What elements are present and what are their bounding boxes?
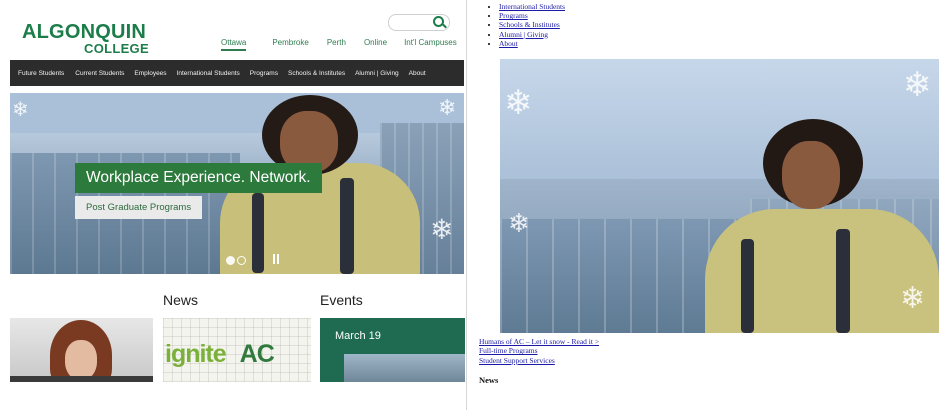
fallback-link-humans-of-ac[interactable]: Humans of AC – Let it snow - Read it > [479,337,599,346]
nav-item-alumni-giving[interactable]: Alumni | Giving [355,70,399,77]
fallback-link-programs[interactable]: Programs [499,11,528,20]
fallback-link-alumni[interactable]: Alumni | Giving [499,30,548,39]
unstyled-page-panel: International Students Programs Schools … [467,0,943,410]
event-photo [344,354,465,382]
nav-item-about[interactable]: About [409,70,426,77]
fallback-news-heading: News [479,375,499,385]
hero-carousel[interactable]: ❄ ❄ ❄ Workplace Experience. Network. Pos… [10,93,464,274]
snowflake-icon: ❄ [903,67,932,104]
nav-item-international-students[interactable]: International Students [177,70,240,77]
hero-backpack-strap [340,178,354,274]
fallback-nav-list: International Students Programs Schools … [479,2,565,48]
list-item: Alumni | Giving [499,30,565,39]
fallback-link-list: Humans of AC – Let it snow - Read it > F… [479,337,599,365]
search-icon[interactable] [433,16,444,27]
fallback-link-schools[interactable]: Schools & Institutes [499,20,560,29]
hero-headline: Workplace Experience. Network. [75,163,322,193]
fallback-hero-strap-left [741,239,754,333]
campus-tab-ottawa[interactable]: Ottawa [221,38,247,51]
card-face [65,340,97,380]
snowflake-icon: ❄ [900,282,926,315]
nav-item-future-students[interactable]: Future Students [18,70,64,77]
list-item: International Students [499,2,565,11]
main-nav-bar: Future Students Current Students Employe… [10,60,464,86]
list-item: Programs [499,11,565,20]
search-input[interactable] [388,14,450,31]
fallback-link-student-support[interactable]: Student Support Services [479,356,555,365]
news-card[interactable]: ignite AC [163,318,311,382]
hero-cta-button[interactable]: Post Graduate Programs [75,196,203,219]
snowflake-icon: ❄ [504,85,533,122]
snowflake-icon: ❄ [430,214,454,245]
nav-item-employees[interactable]: Employees [134,70,166,77]
fallback-link-international-students[interactable]: International Students [499,2,565,11]
nav-item-schools-institutes[interactable]: Schools & Institutes [288,70,345,77]
nav-item-programs[interactable]: Programs [250,70,278,77]
snowflake-icon: ❄ [508,209,530,238]
logo-wordmark: ALGONQUIN [22,21,147,43]
carousel-dot-2[interactable] [237,256,246,265]
news-card-brand-left: ignite [165,340,227,368]
college-logo[interactable]: ALGONQUIN COLLEGE [22,22,149,55]
campus-tab-online[interactable]: Online [364,38,387,51]
list-item: About [499,39,565,48]
feature-card-photo[interactable] [10,318,153,382]
news-card-brand-right: AC [239,340,275,368]
list-item: Schools & Institutes [499,20,565,29]
campus-tab-intl[interactable]: Int'l Campuses [404,38,457,51]
pause-icon[interactable] [272,254,280,264]
campus-tab-pembroke[interactable]: Pembroke [272,38,308,51]
fallback-hero-strap [836,229,850,333]
news-card-brand: ignite AC [165,340,275,369]
campus-tab-perth[interactable]: Perth [327,38,346,51]
news-heading: News [163,292,199,308]
events-heading: Events [320,292,363,308]
site-preview-panel: ALGONQUIN COLLEGE Ottawa Pembroke Perth … [0,0,467,410]
nav-item-current-students[interactable]: Current Students [75,70,124,77]
campus-nav: Ottawa Pembroke Perth Online Int'l Campu… [214,38,457,51]
event-card[interactable]: March 19 [320,318,465,382]
fallback-link-about[interactable]: About [499,39,518,48]
snowflake-icon: ❄ [12,99,29,121]
hero-backpack-strap-left [252,193,264,273]
snowflake-icon: ❄ [438,95,457,120]
fallback-hero-face [782,141,840,209]
fallback-link-fulltime-programs[interactable]: Full-time Programs [479,346,538,355]
event-date: March 19 [335,330,381,342]
carousel-dot-1[interactable] [226,256,235,265]
logo-subtitle: COLLEGE [84,41,149,56]
card-caption-bar [10,376,153,382]
fallback-hero-image[interactable]: ❄ ❄ ❄ ❄ [500,59,939,333]
